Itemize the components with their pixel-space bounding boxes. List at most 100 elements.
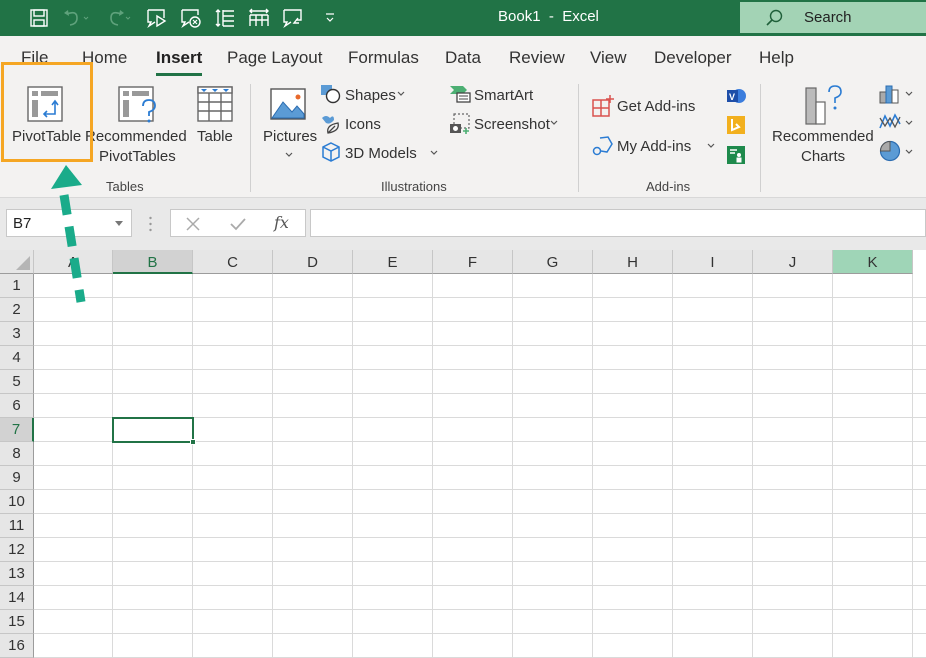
my-add-ins-icon [592, 136, 613, 156]
enter-icon[interactable] [229, 216, 247, 232]
group-separator [760, 84, 761, 192]
tab-data[interactable]: Data [445, 48, 481, 68]
select-all-button[interactable] [0, 250, 34, 274]
search-icon [766, 9, 783, 26]
3d-models-icon [322, 142, 340, 162]
row-header-5[interactable]: 5 [0, 370, 34, 394]
formula-bar: B7 fx [0, 198, 926, 250]
recommended-charts-label-1: Recommended [772, 128, 874, 145]
ribbon-insert: PivotTable Recommended PivotTables Table… [0, 76, 926, 198]
pictures-label: Pictures [263, 128, 318, 145]
column-header-j[interactable]: J [753, 250, 833, 274]
people-graph-icon[interactable] [727, 146, 745, 164]
tab-insert[interactable]: Insert [156, 48, 203, 76]
gridline-horizontal [34, 321, 926, 322]
column-header-h[interactable]: H [593, 250, 673, 274]
gridline-horizontal [34, 513, 926, 514]
row-header-13[interactable]: 13 [0, 562, 34, 586]
spreadsheet-grid: A B C D E F G H I J K 1 2 3 4 5 6 7 8 9 10 11 12 13 14 15 16 [0, 250, 926, 658]
row-header-6[interactable]: 6 [0, 394, 34, 418]
active-cell-b7[interactable] [112, 417, 196, 445]
column-header-b[interactable]: B [113, 250, 193, 274]
visio-icon[interactable]: V [726, 87, 746, 105]
name-box-value: B7 [13, 215, 32, 232]
comment-icon[interactable] [276, 6, 310, 30]
redo-icon[interactable] [96, 6, 140, 30]
chevron-down-icon [905, 120, 913, 125]
recommended-charts-icon [805, 85, 842, 125]
fill-handle[interactable] [190, 439, 196, 445]
line-chart-icon [879, 113, 901, 129]
tab-page-layout[interactable]: Page Layout [227, 48, 322, 68]
row-header-9[interactable]: 9 [0, 466, 34, 490]
save-icon[interactable] [22, 6, 56, 30]
formula-input[interactable] [310, 209, 926, 237]
bing-icon[interactable] [727, 116, 745, 134]
gridline-horizontal [34, 489, 926, 490]
row-header-7[interactable]: 7 [0, 418, 34, 442]
recommended-pivottables-icon [118, 86, 156, 123]
row-header-10[interactable]: 10 [0, 490, 34, 514]
row-header-14[interactable]: 14 [0, 586, 34, 610]
column-header-f[interactable]: F [433, 250, 513, 274]
column-header-k[interactable]: K [833, 250, 913, 274]
tables-group-label: Tables [106, 179, 144, 194]
chevron-down-icon[interactable] [115, 221, 123, 226]
splitter-handle[interactable] [149, 216, 152, 232]
row-header-16[interactable]: 16 [0, 634, 34, 658]
chevron-down-icon [905, 149, 913, 154]
chevron-down-icon [550, 120, 558, 125]
insert-function-button[interactable]: fx [274, 213, 289, 232]
column-header-g[interactable]: G [513, 250, 593, 274]
slideshow-icon[interactable] [140, 6, 174, 30]
gridline-horizontal [34, 345, 926, 346]
column-chart-icon [879, 85, 899, 104]
column-header-i[interactable]: I [673, 250, 753, 274]
icons-icon [322, 116, 339, 134]
gridline-horizontal [34, 465, 926, 466]
chevron-down-icon [430, 150, 438, 155]
tab-view[interactable]: View [590, 48, 627, 68]
screenshot-icon [450, 113, 470, 134]
row-height-icon[interactable] [208, 6, 242, 30]
svg-text:V: V [729, 92, 735, 102]
gridline-horizontal [34, 297, 926, 298]
row-header-12[interactable]: 12 [0, 538, 34, 562]
chevron-down-icon [905, 91, 913, 96]
recommended-charts-label-2: Charts [801, 148, 846, 165]
add-ins-group-label: Add-ins [646, 179, 691, 194]
get-add-ins-label: Get Add-ins [617, 98, 696, 115]
tab-review[interactable]: Review [509, 48, 565, 68]
search-label: Search [804, 9, 852, 26]
gridline-horizontal [34, 609, 926, 610]
search-box[interactable]: Search [740, 2, 926, 33]
recommended-pivottables-label-2: PivotTables [99, 148, 176, 165]
row-header-4[interactable]: 4 [0, 346, 34, 370]
name-box[interactable]: B7 [6, 209, 132, 237]
table-label: Table [197, 128, 233, 145]
chevron-down-icon [707, 143, 715, 148]
tab-formulas[interactable]: Formulas [348, 48, 419, 68]
row-header-8[interactable]: 8 [0, 442, 34, 466]
column-width-icon[interactable] [242, 6, 276, 30]
tab-help[interactable]: Help [759, 48, 794, 68]
gridline-horizontal [34, 633, 926, 634]
row-header-3[interactable]: 3 [0, 322, 34, 346]
column-header-d[interactable]: D [273, 250, 353, 274]
row-header-11[interactable]: 11 [0, 514, 34, 538]
clear-icon[interactable] [174, 6, 208, 30]
row-header-1[interactable]: 1 [0, 274, 34, 298]
pie-chart-icon [879, 140, 901, 162]
customize-qat-icon[interactable] [310, 6, 350, 30]
row-header-2[interactable]: 2 [0, 298, 34, 322]
column-header-a[interactable]: A [34, 250, 113, 274]
group-separator [578, 84, 579, 192]
3d-models-label: 3D Models [345, 145, 417, 162]
chevron-down-icon [285, 152, 293, 157]
undo-icon[interactable] [56, 6, 96, 30]
column-header-c[interactable]: C [193, 250, 273, 274]
column-header-e[interactable]: E [353, 250, 433, 274]
row-header-15[interactable]: 15 [0, 610, 34, 634]
cancel-icon[interactable] [185, 216, 201, 232]
tab-developer[interactable]: Developer [654, 48, 732, 68]
